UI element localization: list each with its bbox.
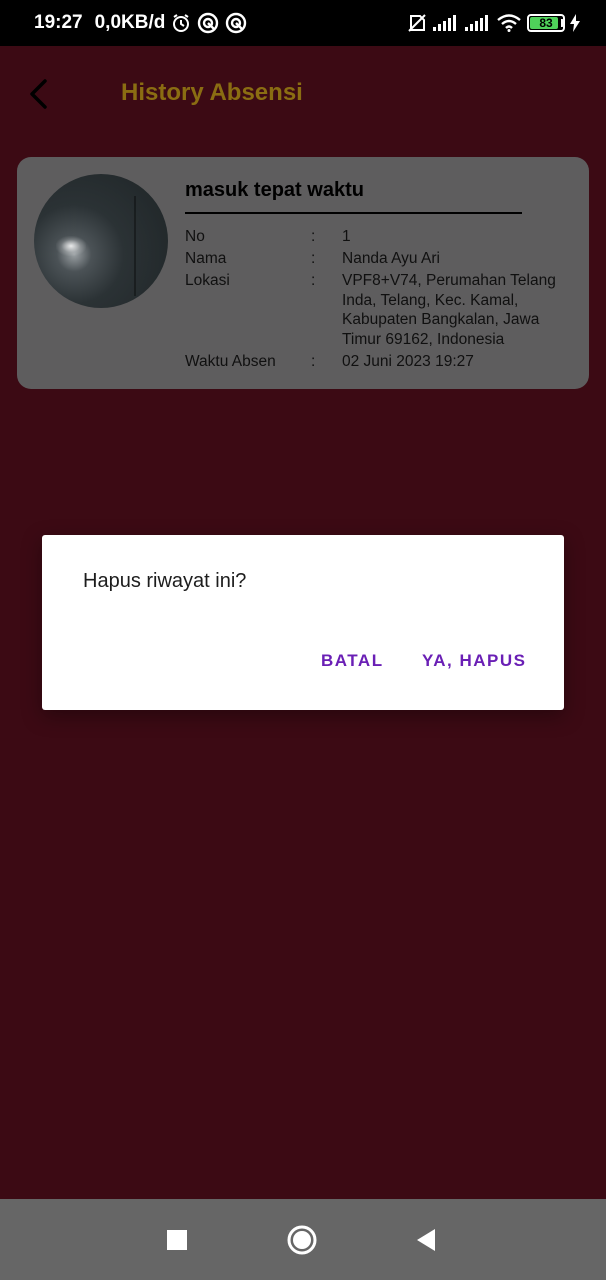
signal-icon [465, 15, 491, 31]
wifi-icon [497, 14, 521, 32]
confirm-delete-button[interactable]: YA, HAPUS [422, 651, 527, 671]
detail-label: Nama [185, 250, 227, 267]
navigation-bar [0, 1199, 606, 1280]
charging-icon [570, 14, 580, 32]
detail-separator: : [311, 228, 316, 245]
battery-icon: 83 [527, 14, 565, 32]
detail-separator: : [311, 353, 316, 370]
signal-icon [433, 15, 459, 31]
sync-icon [225, 12, 247, 34]
attendance-photo [34, 174, 168, 308]
page-title: History Absensi [121, 79, 303, 106]
alarm-icon [171, 13, 191, 33]
detail-label: No [185, 228, 205, 245]
dialog-message: Hapus riwayat ini? [83, 570, 247, 592]
detail-label: Lokasi [185, 272, 230, 289]
detail-separator: : [311, 250, 316, 267]
app-bar: History Absensi [0, 46, 606, 146]
chevron-left-icon [30, 79, 47, 109]
back-button[interactable] [18, 72, 58, 116]
status-left: 19:27 0,0KB/d [34, 12, 247, 34]
divider [185, 212, 522, 214]
detail-value: VPF8+V74, Perumahan Telang Inda, Telang,… [342, 272, 556, 348]
detail-value: 02 Juni 2023 19:27 [342, 353, 474, 370]
history-card[interactable]: masuk tepat waktu No : 1 Nama : Nanda Ay… [17, 157, 589, 389]
no-sim-icon [407, 13, 427, 33]
attendance-status: masuk tepat waktu [185, 179, 364, 201]
system-back-button[interactable] [409, 1223, 443, 1257]
home-icon [287, 1225, 317, 1255]
status-time: 19:27 [34, 12, 83, 33]
sync-icon [197, 12, 219, 34]
back-icon [417, 1229, 435, 1251]
detail-value: Nanda Ayu Ari [342, 250, 440, 267]
status-right: 83 [407, 13, 580, 33]
network-speed: 0,0KB/d [94, 12, 166, 33]
cancel-button[interactable]: BATAL [321, 651, 384, 671]
battery-level: 83 [539, 16, 553, 30]
detail-value: 1 [342, 228, 351, 245]
delete-confirm-dialog: Hapus riwayat ini? BATAL YA, HAPUS [42, 535, 564, 710]
detail-label: Waktu Absen [185, 353, 276, 370]
recent-apps-icon [167, 1230, 187, 1250]
home-button[interactable] [285, 1223, 319, 1257]
status-bar: 19:27 0,0KB/d 83 [0, 0, 606, 46]
recent-apps-button[interactable] [160, 1223, 194, 1257]
detail-separator: : [311, 272, 316, 289]
